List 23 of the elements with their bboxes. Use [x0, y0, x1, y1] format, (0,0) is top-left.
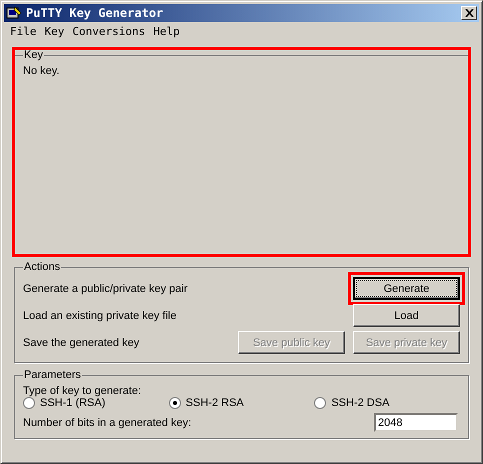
action-label: Load an existing private key file	[23, 310, 176, 322]
menu-item[interactable]: Key	[40, 25, 68, 41]
group-label: Key	[23, 49, 44, 61]
close-button[interactable]	[461, 6, 477, 20]
bits-label: Number of bits in a generated key:	[23, 416, 192, 428]
key-type-radio[interactable]: SSH-2 DSA	[314, 397, 460, 409]
menu-item[interactable]: Conversions	[68, 25, 150, 41]
group-label: Parameters	[23, 369, 82, 381]
action-label: Save the generated key	[23, 336, 140, 348]
group-label: Actions	[23, 261, 62, 273]
key-computer-icon	[6, 5, 22, 21]
menu-item[interactable]: File	[6, 25, 40, 41]
window-title: PuTTY Key Generator	[26, 6, 164, 20]
action-button[interactable]: Generate	[353, 277, 460, 300]
key-type-label: Type of key to generate:	[23, 385, 142, 397]
key-type-radio[interactable]: SSH-1 (RSA)	[23, 397, 169, 409]
action-label: Generate a public/private key pair	[23, 282, 188, 294]
menu-item[interactable]: Help	[149, 25, 184, 41]
key-type-radio[interactable]: SSH-2 RSA	[168, 397, 314, 409]
bits-input-field[interactable]: 2048	[374, 413, 458, 432]
action-button[interactable]: Load	[353, 304, 460, 327]
key-status-text: No key.	[23, 64, 60, 77]
close-icon	[464, 9, 474, 17]
